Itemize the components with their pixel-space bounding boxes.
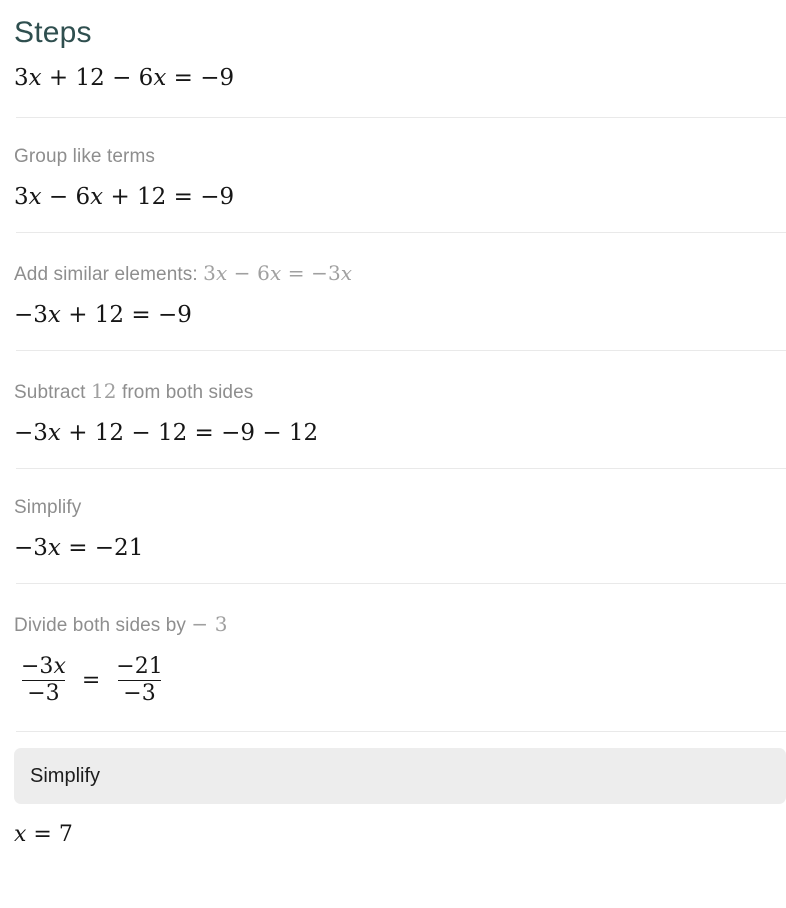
step-divide-both-sides: Divide both sides by − 3 −3x −3 = −21 −3 [0, 592, 786, 723]
step-label-text-pre: Subtract [14, 381, 91, 403]
step-equation: 3x − 6x + 12 = −9 [14, 183, 235, 210]
step-divider [16, 349, 786, 351]
step-divider [16, 116, 786, 118]
step-add-similar-elements: Add similar elements: 3x − 6x = −3x −3x … [0, 241, 786, 342]
final-answer: x = 7 [14, 821, 73, 847]
step-label-inline-math: 3x − 6x = −3x [203, 260, 353, 285]
step-divider [16, 231, 786, 233]
fraction-numerator: −3x [21, 653, 66, 679]
fraction-denominator: −3 [118, 680, 161, 707]
step-divider [16, 582, 786, 584]
fraction-left: −3x −3 [16, 653, 71, 707]
step-label: Simplify [30, 764, 101, 787]
fraction-numerator: −21 [116, 653, 163, 679]
step-label: Subtract 12 from both sides [14, 359, 786, 408]
step-divider [16, 467, 786, 469]
step-label-text-pre: Divide both sides by [14, 614, 192, 636]
original-equation: 3x + 12 − 6x = −9 [14, 64, 235, 91]
step-label: Group like terms [14, 145, 155, 167]
step-equation-fraction: −3x −3 = −21 −3 [14, 641, 786, 723]
steps-panel: Steps 3x + 12 − 6x = −9 Group like terms… [0, 0, 786, 847]
fraction-right: −21 −3 [111, 653, 167, 707]
step-subtract-from-both-sides: Subtract 12 from both sides −3x + 12 − 1… [0, 359, 786, 460]
step-group-like-terms: Group like terms 3x − 6x + 12 = −9 [0, 126, 786, 224]
fraction-denominator: −3 [22, 680, 65, 707]
step-label: Divide both sides by − 3 [14, 592, 786, 641]
step-label: Add similar elements: 3x − 6x = −3x [14, 241, 786, 290]
step-label: Simplify [14, 496, 82, 518]
step-simplify-1: Simplify −3x = −21 [0, 477, 786, 575]
step-equation: −3x + 12 = −9 [14, 301, 192, 328]
equals-sign: = [81, 668, 101, 694]
step-label-text: Add similar elements: [14, 263, 204, 285]
page-title: Steps [14, 16, 92, 49]
step-label-inline-math: − 3 [191, 611, 228, 636]
step-simplify-highlighted[interactable]: Simplify [14, 747, 786, 804]
step-label-inline-math: 12 [90, 378, 117, 403]
step-label-text-post: from both sides [116, 381, 254, 403]
original-equation-block: 3x + 12 − 6x = −9 [0, 51, 786, 109]
step-divider [16, 730, 786, 732]
step-equation: −3x + 12 − 12 = −9 − 12 [14, 419, 319, 446]
step-equation: −3x = −21 [14, 534, 144, 561]
